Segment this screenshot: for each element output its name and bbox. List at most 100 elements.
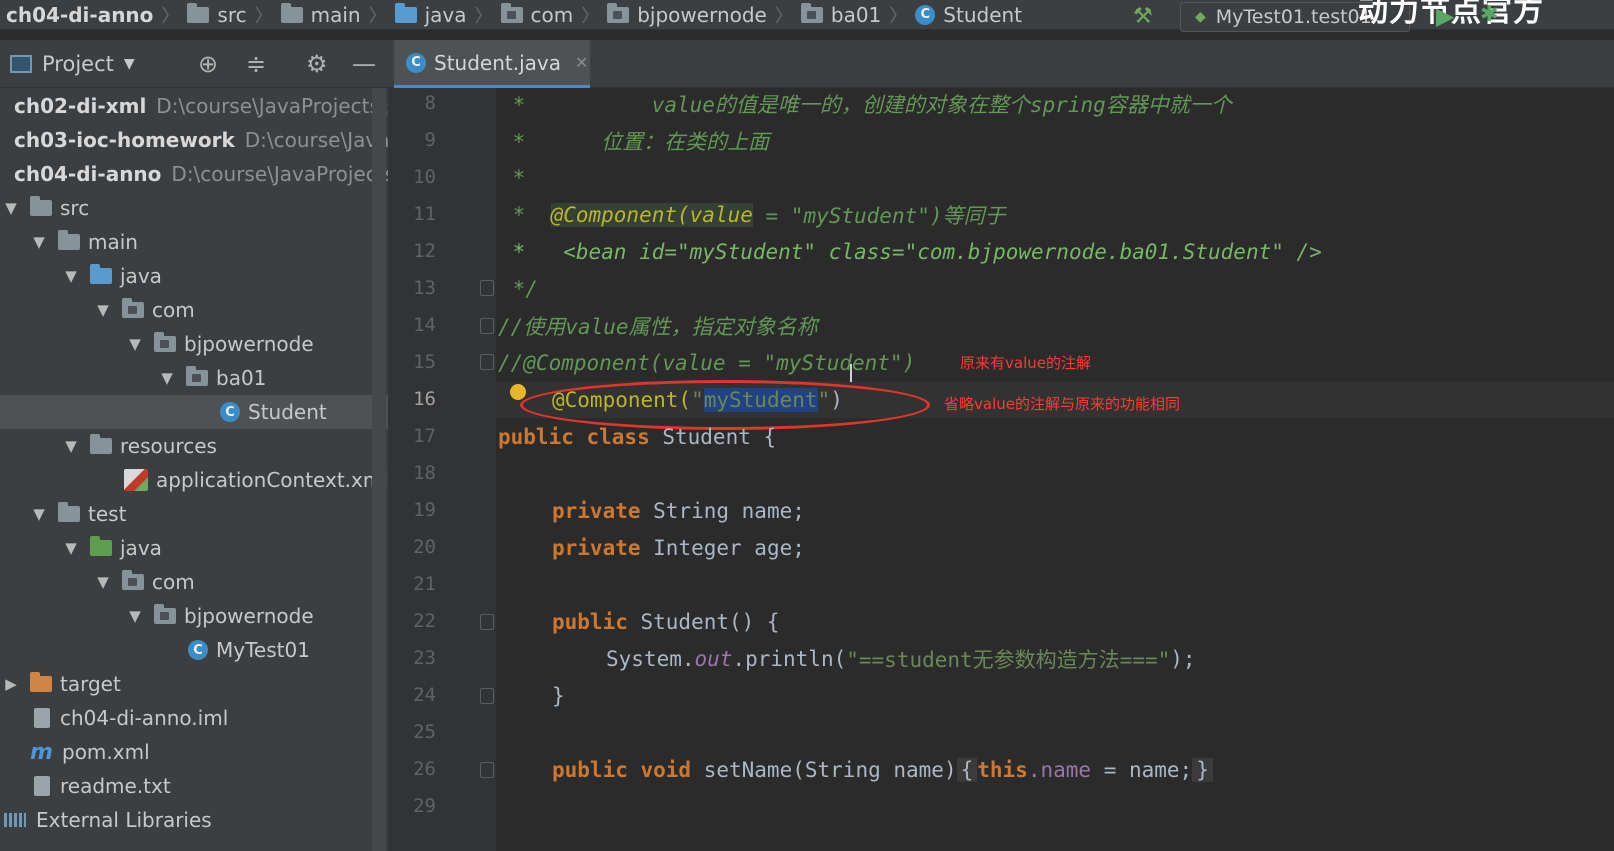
project-tree: ch02-di-xml D:\course\JavaProjects\sp ch… (0, 88, 388, 851)
tree-item-com[interactable]: ▼ com (0, 293, 388, 327)
close-icon[interactable]: ✕ (575, 53, 588, 72)
chevron-right-icon: 〉 (474, 5, 493, 27)
code-line-11: * @Component(value = "myStudent")等同于 (500, 196, 1006, 233)
tree-item-label: com (152, 298, 195, 322)
expand-arrow-icon[interactable]: ▼ (60, 539, 82, 557)
fold-marker-icon[interactable] (480, 614, 494, 630)
fold-marker-icon[interactable] (480, 280, 494, 296)
fold-marker-icon[interactable] (480, 762, 494, 778)
tree-item-label: target (60, 672, 121, 696)
code-token-keyword: private (552, 498, 641, 523)
code-token: .println( (732, 646, 847, 671)
breadcrumb-label: main (310, 2, 361, 27)
tree-item-ch03-ioc-homework[interactable]: ch03-ioc-homework D:\course\JavaPr (0, 123, 388, 157)
test-class-icon: C (188, 640, 208, 660)
breadcrumb-project[interactable]: ch04-di-anno (0, 3, 153, 27)
tree-item-label: resources (120, 434, 217, 458)
expand-arrow-icon[interactable]: ▼ (28, 505, 50, 523)
expand-arrow-icon[interactable]: ▼ (124, 607, 146, 625)
expand-arrow-icon[interactable]: ▼ (124, 335, 146, 353)
tree-item-src[interactable]: ▼ src (0, 191, 388, 225)
debug-icon[interactable]: ✱ (1480, 2, 1498, 27)
code-line-17: public class Student { (498, 418, 776, 455)
breadcrumb-label: com (530, 2, 574, 27)
breadcrumb-item-bjpowernode[interactable]: bjpowernode (607, 2, 767, 27)
code-token-field: .name (1027, 757, 1092, 782)
tree-item-mytest01[interactable]: C MyTest01 (0, 633, 388, 667)
folder-icon (58, 502, 80, 522)
locate-crosshair-icon[interactable]: ⊕ (198, 50, 218, 78)
expand-arrow-icon[interactable]: ▼ (60, 437, 82, 455)
tree-item-label: ch04-di-anno (14, 162, 162, 186)
tree-item-student[interactable]: C Student (0, 395, 388, 429)
collapse-all-icon[interactable]: ≑ (246, 50, 266, 78)
expand-arrow-icon[interactable]: ▼ (92, 573, 114, 591)
line-number: 17 (413, 425, 436, 447)
tree-item-applicationcontext-xml[interactable]: applicationContext.xml (0, 463, 388, 497)
tree-item-label: ch02-di-xml (14, 94, 147, 118)
code-line-23: System. out .println("==student无参数构造方法==="… (606, 640, 1196, 677)
tree-item-label: ch03-ioc-homework (14, 128, 235, 152)
line-number: 24 (413, 684, 436, 706)
fold-marker-icon[interactable] (480, 318, 494, 334)
tree-item-ch02-di-xml[interactable]: ch02-di-xml D:\course\JavaProjects\sp (0, 89, 388, 123)
fold-marker-icon[interactable] (480, 354, 494, 370)
tree-item-readme[interactable]: readme.txt (0, 769, 388, 803)
folded-region[interactable]: } (1192, 757, 1213, 782)
breadcrumb-item-java[interactable]: java (394, 2, 467, 27)
expand-arrow-icon[interactable]: ▼ (28, 233, 50, 251)
class-icon: C (406, 52, 426, 73)
minimize-icon[interactable]: — (352, 50, 376, 78)
project-view-label[interactable]: Project (42, 52, 114, 76)
tab-student-java[interactable]: C Student.java ✕ (394, 40, 590, 88)
lightbulb-icon[interactable] (510, 384, 526, 400)
tree-item-test-java[interactable]: ▼ java (0, 531, 388, 565)
tree-item-label: applicationContext.xml (156, 468, 388, 492)
line-number: 10 (413, 166, 436, 188)
run-icon[interactable]: ▶ (1436, 2, 1454, 30)
tree-item-bjpowernode[interactable]: ▼ bjpowernode (0, 327, 388, 361)
tree-item-ba01[interactable]: ▼ ba01 (0, 361, 388, 395)
tree-item-resources[interactable]: ▼ resources (0, 429, 388, 463)
breadcrumb-item-ba01[interactable]: ba01 (800, 2, 881, 27)
tree-scrollbar[interactable] (372, 88, 386, 851)
tree-item-test[interactable]: ▼ test (0, 497, 388, 531)
tree-item-target[interactable]: ▶ target (0, 667, 388, 701)
collapse-arrow-icon[interactable]: ▶ (0, 675, 22, 693)
chevron-right-icon: 〉 (774, 5, 793, 27)
resources-folder-icon (90, 434, 112, 454)
tree-item-pom-xml[interactable]: m pom.xml (0, 735, 388, 769)
tree-item-main[interactable]: ▼ main (0, 225, 388, 259)
gear-icon[interactable]: ⚙ (306, 50, 328, 78)
breadcrumb-item-com[interactable]: com (500, 2, 574, 27)
expand-arrow-icon[interactable]: ▼ (156, 369, 178, 387)
code-line-24: } (552, 683, 565, 708)
code-token-keyword: this (977, 757, 1028, 782)
tree-item-label: External Libraries (36, 808, 212, 832)
tree-item-test-com[interactable]: ▼ com (0, 565, 388, 599)
expand-arrow-icon[interactable]: ▼ (92, 301, 114, 319)
tree-item-external-libraries[interactable]: External Libraries (0, 803, 388, 837)
breadcrumb-item-src[interactable]: src (187, 2, 247, 27)
chevron-down-icon[interactable]: ▼ (124, 56, 135, 72)
chevron-right-icon: 〉 (889, 5, 908, 27)
tree-item-iml[interactable]: ch04-di-anno.iml (0, 701, 388, 735)
tree-item-ch04-di-anno[interactable]: ch04-di-anno D:\course\JavaProjects\ (0, 157, 388, 191)
module-path: D:\course\JavaProjects\sp (156, 94, 388, 118)
tree-item-java[interactable]: ▼ java (0, 259, 388, 293)
breadcrumb-item-main[interactable]: main (280, 2, 361, 27)
expand-arrow-icon[interactable]: ▼ (0, 199, 22, 217)
code-token-field: out (694, 646, 733, 671)
code-token: = name; (1091, 757, 1193, 782)
fold-marker-icon[interactable] (480, 688, 494, 704)
breadcrumb-item-student[interactable]: C Student (915, 3, 1022, 27)
tree-item-test-bjpowernode[interactable]: ▼ bjpowernode (0, 599, 388, 633)
folded-region[interactable]: { (956, 757, 978, 782)
code-token-keyword: private (552, 535, 641, 560)
line-number: 12 (413, 240, 436, 262)
expand-arrow-icon[interactable]: ▼ (60, 267, 82, 285)
source-folder-icon (90, 264, 112, 284)
build-hammer-icon[interactable]: ⚒ (1133, 4, 1153, 29)
line-number: 15 (413, 351, 436, 373)
line-number: 16 (413, 388, 436, 410)
